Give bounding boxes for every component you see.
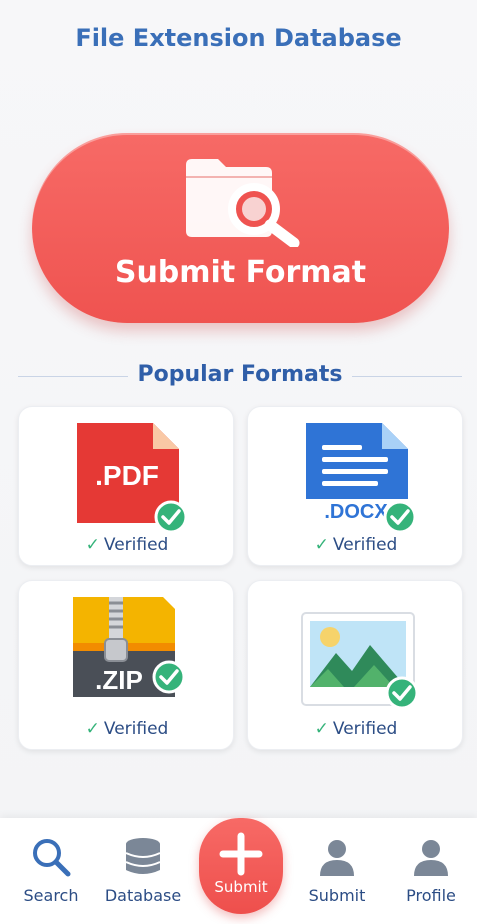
svg-text:.DOCX: .DOCX — [324, 501, 388, 523]
docx-file-icon: .DOCX — [306, 423, 417, 534]
nav-database-label: Database — [104, 886, 182, 905]
format-card-pdf[interactable]: .PDF ✓ Verified — [18, 406, 234, 566]
plus-icon — [219, 832, 263, 876]
submit-fab-button[interactable]: Submit — [199, 818, 283, 914]
nav-database[interactable]: Database — [98, 818, 188, 924]
nav-search-label: Search — [23, 886, 79, 905]
verified-label: ✓ Verified — [314, 535, 398, 555]
verified-label: ✓ Verified — [85, 535, 169, 555]
svg-text:.ZIP: .ZIP — [95, 665, 143, 695]
zip-file-icon: .ZIP — [73, 597, 186, 697]
image-file-icon — [301, 612, 418, 709]
format-card-zip[interactable]: .ZIP ✓ Verified — [18, 580, 234, 750]
verified-label: ✓ Verified — [314, 719, 398, 739]
submit-fab-label: Submit — [214, 878, 268, 896]
pdf-file-icon: .PDF — [77, 423, 188, 534]
folder-search-icon — [186, 159, 300, 247]
verified-label: ✓ Verified — [85, 719, 169, 739]
user-icon — [320, 840, 354, 876]
nav-submit[interactable]: Submit — [292, 818, 382, 924]
nav-search[interactable]: Search — [6, 818, 96, 924]
divider — [352, 376, 462, 377]
section-header: Popular Formats — [18, 362, 462, 392]
database-icon — [125, 838, 161, 874]
user-icon — [414, 840, 448, 876]
section-title: Popular Formats — [137, 362, 343, 387]
nav-submit-label: Submit — [308, 886, 366, 905]
submit-format-button[interactable]: Submit Format — [32, 133, 449, 323]
check-icon: ✓ — [314, 719, 329, 739]
search-icon — [33, 839, 71, 877]
format-card-image[interactable]: ✓ Verified — [247, 580, 463, 750]
svg-text:.PDF: .PDF — [95, 460, 159, 491]
submit-format-label: Submit Format — [114, 255, 367, 290]
check-icon: ✓ — [85, 719, 100, 739]
format-card-docx[interactable]: .DOCX ✓ Verified — [247, 406, 463, 566]
nav-profile-label: Profile — [406, 886, 456, 905]
nav-profile[interactable]: Profile — [386, 818, 476, 924]
check-icon: ✓ — [314, 535, 329, 555]
page-title: File Extension Database — [75, 24, 402, 52]
check-icon: ✓ — [85, 535, 100, 555]
